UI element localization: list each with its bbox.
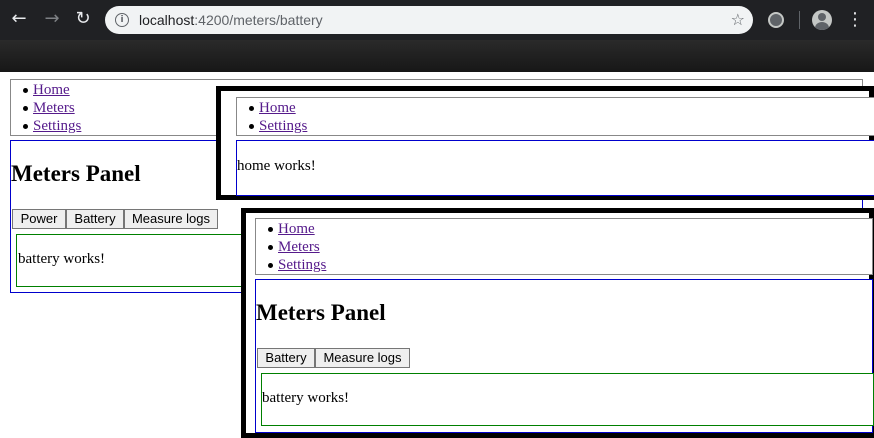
overlay-meters-screenshot: Home Meters Settings Meters Panel Batter…: [241, 208, 874, 438]
avatar-icon[interactable]: [812, 10, 832, 30]
battery-button[interactable]: Battery: [66, 209, 124, 229]
content-text: battery works!: [262, 390, 350, 406]
nav-item-home: Home: [248, 99, 307, 117]
url-host: localhost: [139, 12, 195, 28]
battery-button[interactable]: Battery: [257, 348, 315, 368]
nav-link-home[interactable]: Home: [278, 221, 315, 237]
address-bar[interactable]: i localhost:4200/meters/battery ☆: [105, 6, 753, 34]
reload-icon[interactable]: ↻: [72, 8, 94, 30]
nav-item-meters: Meters: [22, 99, 81, 117]
toolbar-divider: [799, 11, 800, 29]
kebab-menu-icon[interactable]: ⋮: [846, 8, 864, 32]
overlay-home-nav: Home Settings: [236, 97, 874, 136]
back-arrow-icon[interactable]: ←: [8, 8, 30, 30]
overlay-home-screenshot: Home Settings home works!: [216, 86, 874, 200]
info-icon[interactable]: i: [115, 13, 129, 27]
nav-link-settings[interactable]: Settings: [278, 257, 326, 273]
nav-link-meters[interactable]: Meters: [278, 239, 320, 255]
nav-link-meters[interactable]: Meters: [33, 100, 75, 116]
nav-item-settings: Settings: [267, 256, 326, 274]
overlay-meters-panel: Meters Panel Battery Measure logs batter…: [255, 279, 874, 433]
nav-item-settings: Settings: [22, 117, 81, 135]
nav-link-settings[interactable]: Settings: [259, 118, 307, 134]
overlay-meters-nav: Home Meters Settings: [255, 218, 873, 275]
forward-arrow-icon[interactable]: →: [41, 8, 63, 30]
nav-link-settings[interactable]: Settings: [33, 118, 81, 134]
nav-item-home: Home: [22, 81, 81, 99]
nav-link-home[interactable]: Home: [259, 100, 296, 116]
content-text: home works!: [237, 158, 316, 174]
bookmarks-bar: [0, 40, 874, 72]
router-outlet: battery works!: [261, 373, 874, 426]
nav-link-home[interactable]: Home: [33, 82, 70, 98]
page-title: Meters Panel: [256, 300, 386, 325]
url-path: :4200/meters/battery: [194, 12, 323, 28]
nav-item-meters: Meters: [267, 238, 326, 256]
content-text: battery works!: [18, 251, 106, 267]
address-url[interactable]: localhost:4200/meters/battery: [139, 12, 323, 28]
nav-item-settings: Settings: [248, 117, 307, 135]
measure-logs-button[interactable]: Measure logs: [124, 209, 218, 229]
extension-icon[interactable]: [768, 12, 784, 28]
browser-toolbar: ← → ↻ i localhost:4200/meters/battery ☆ …: [0, 0, 874, 40]
overlay-home-content: home works!: [236, 140, 874, 196]
page-title: Meters Panel: [11, 161, 141, 186]
power-button[interactable]: Power: [12, 209, 66, 229]
star-icon[interactable]: ☆: [731, 10, 745, 29]
measure-logs-button[interactable]: Measure logs: [315, 348, 410, 368]
nav-item-home: Home: [267, 220, 326, 238]
